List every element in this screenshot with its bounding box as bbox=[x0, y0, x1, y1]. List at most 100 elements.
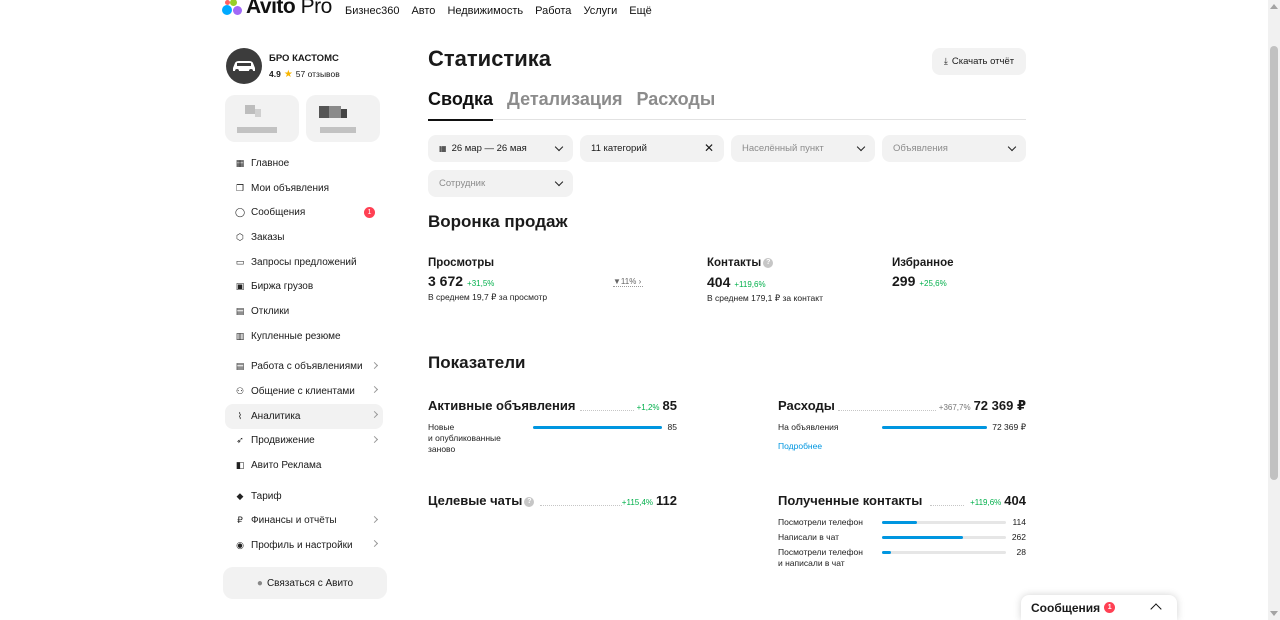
bar-fill bbox=[882, 521, 917, 524]
logo-dots-icon bbox=[222, 0, 244, 17]
contacts-avg-cost: В среднем 179,1 ₽ за контакт bbox=[707, 293, 823, 303]
contacts-row-value: 262 bbox=[1011, 532, 1026, 542]
target-chats-title: Целевые чаты bbox=[428, 493, 523, 508]
top-navigation: Avito Pro Бизнес360 Авто Недвижимость Работ… bbox=[0, 0, 1268, 22]
sidebar-item-inbox[interactable]: ▤ Отклики bbox=[225, 299, 383, 324]
sidebar-item-grid[interactable]: ▦ Главное bbox=[225, 151, 383, 176]
page-scrollbar[interactable] bbox=[1268, 0, 1280, 620]
active-ads-bar bbox=[533, 426, 662, 429]
topnav-link[interactable]: Работа bbox=[535, 5, 571, 17]
active-ads-value: 85 bbox=[662, 398, 677, 413]
contacts-value-row: 404 +119,6% bbox=[707, 274, 766, 290]
avito-pro-logo[interactable]: Avito Pro bbox=[222, 0, 332, 18]
views-label: Просмотры bbox=[428, 257, 495, 269]
calendar-icon: ▦ bbox=[439, 144, 447, 153]
active-ads-title: Активные объявления bbox=[428, 398, 576, 413]
target-chats-title-row: Целевые чаты? bbox=[428, 493, 535, 508]
chat-icon: ◯ bbox=[234, 207, 246, 218]
funnel-title: Воронка продаж bbox=[428, 212, 568, 231]
download-report-label: Скачать отчёт bbox=[951, 56, 1015, 67]
scroll-down-icon[interactable] bbox=[1270, 611, 1278, 616]
sidebar-item-label: Биржа грузов bbox=[251, 281, 314, 293]
topnav-link[interactable]: Услуги bbox=[583, 5, 617, 17]
contacts-bar bbox=[882, 551, 1006, 554]
tab-summary[interactable]: Сводка bbox=[428, 89, 494, 121]
list-icon: ▤ bbox=[235, 361, 245, 372]
sidebar-item-chart[interactable]: ⌇ Аналитика bbox=[225, 403, 383, 429]
info-icon[interactable]: ? bbox=[763, 257, 774, 268]
city-filter[interactable]: Населённый пункт bbox=[731, 135, 875, 162]
account-card[interactable] bbox=[306, 95, 380, 142]
sidebar-item-people[interactable]: ⚇ Общение с клиентами bbox=[225, 379, 383, 404]
chevron-right-icon: › bbox=[636, 277, 642, 286]
scrollbar-thumb[interactable] bbox=[1270, 46, 1278, 480]
views-delta: +31,5% bbox=[467, 279, 495, 288]
sidebar-item-copy[interactable]: ❐ Мои объявления bbox=[225, 176, 383, 201]
period-filter[interactable]: ▦ 26 мар — 26 мая bbox=[428, 135, 573, 162]
topnav-link[interactable]: Авто bbox=[411, 5, 435, 17]
dotted-leader bbox=[838, 410, 936, 411]
sidebar-item-user[interactable]: ◉ Профиль и настройки bbox=[225, 533, 383, 558]
chevron-down-icon bbox=[554, 142, 564, 152]
copy-icon: ❐ bbox=[235, 182, 245, 193]
sidebar-item-truck[interactable]: ▣ Биржа грузов bbox=[225, 274, 383, 299]
sidebar-item-ruble[interactable]: ₽ Финансы и отчёты bbox=[225, 509, 383, 534]
chevron-right-icon bbox=[370, 386, 379, 394]
sidebar-item-chat[interactable]: ◯ Сообщения 1 bbox=[225, 200, 383, 225]
chevron-up-icon[interactable] bbox=[1150, 603, 1162, 615]
favorites-value: 299 bbox=[892, 273, 916, 289]
topnav-link[interactable]: Бизнес360 bbox=[345, 5, 399, 17]
contacts-delta: +119,6% bbox=[734, 280, 766, 289]
sidebar-item-label: Сообщения bbox=[251, 207, 306, 219]
sidebar-item-resume[interactable]: ▥ Купленные резюме bbox=[225, 324, 383, 349]
resume-icon: ▥ bbox=[235, 330, 245, 341]
topnav-link[interactable]: Ещё bbox=[629, 5, 652, 17]
box-icon: ⬡ bbox=[236, 231, 244, 242]
sidebar-item-folder[interactable]: ▭ Запросы предложений bbox=[225, 250, 383, 275]
contacts-row-label: Посмотрели телефон bbox=[778, 517, 863, 527]
active-ads-total: +1,2% 85 bbox=[637, 398, 677, 413]
sidebar-item-diamond[interactable]: ◆ Тариф bbox=[225, 484, 383, 509]
details-link[interactable]: Подробнее bbox=[778, 441, 822, 451]
people-icon: ⚇ bbox=[235, 386, 245, 397]
sidebar-item-label: Мои объявления bbox=[251, 182, 329, 194]
messages-widget[interactable]: Сообщения 1 bbox=[1021, 595, 1177, 620]
chevron-right-icon bbox=[370, 410, 379, 418]
user-icon: ◉ bbox=[236, 540, 244, 551]
expenses-row-label: На объявления bbox=[778, 422, 839, 432]
ads-placeholder: Объявления bbox=[893, 143, 948, 154]
favorites-label: Избранное bbox=[892, 257, 954, 269]
avatar[interactable] bbox=[226, 48, 262, 84]
tab-details[interactable]: Детализация bbox=[507, 89, 623, 120]
conversion-indicator[interactable]: ▼11% › bbox=[613, 277, 644, 287]
expenses-bar bbox=[882, 426, 987, 429]
employee-filter[interactable]: Сотрудник bbox=[428, 170, 573, 197]
chevron-right-icon bbox=[370, 361, 379, 369]
views-avg-cost: В среднем 19,7 ₽ за просмотр bbox=[428, 292, 548, 302]
sidebar-item-box[interactable]: ⬡ Заказы bbox=[225, 225, 383, 250]
messages-widget-badge: 1 bbox=[1104, 602, 1116, 613]
chevron-down-icon bbox=[856, 142, 866, 152]
contact-avito-button[interactable]: ● Связаться с Авито bbox=[223, 567, 387, 599]
tab-expenses[interactable]: Расходы bbox=[637, 89, 716, 120]
sidebar-item-rocket[interactable]: ➶ Продвижение bbox=[225, 429, 383, 454]
category-filter[interactable]: 11 категорий ✕ bbox=[580, 135, 724, 162]
dotted-leader bbox=[540, 505, 622, 506]
info-icon[interactable]: ? bbox=[524, 496, 535, 507]
clear-icon[interactable]: ✕ bbox=[704, 141, 714, 155]
chevron-down-icon bbox=[554, 177, 564, 187]
profile-block[interactable]: БРО КАСТОМС 4.9 ★ 57 отзывов bbox=[226, 48, 340, 84]
download-report-button[interactable]: ⤓ Скачать отчёт bbox=[932, 48, 1026, 75]
account-card[interactable] bbox=[225, 95, 299, 142]
topnav-link[interactable]: Недвижимость bbox=[447, 5, 523, 17]
favorites-delta: +25,6% bbox=[919, 279, 947, 288]
expenses-delta: +367,7% bbox=[938, 403, 971, 412]
received-contacts-title: Полученные контакты bbox=[778, 493, 923, 508]
star-icon: ★ bbox=[283, 68, 293, 80]
scroll-up-icon[interactable] bbox=[1270, 4, 1278, 9]
contacts-row-label: Написали в чат bbox=[778, 532, 840, 542]
sidebar-item-list[interactable]: ▤ Работа с объявлениями bbox=[225, 355, 383, 380]
reviews-count[interactable]: 57 отзывов bbox=[296, 69, 340, 79]
sidebar-item-megaphone[interactable]: ◧ Авито Реклама bbox=[225, 453, 383, 478]
ads-filter[interactable]: Объявления bbox=[882, 135, 1026, 162]
